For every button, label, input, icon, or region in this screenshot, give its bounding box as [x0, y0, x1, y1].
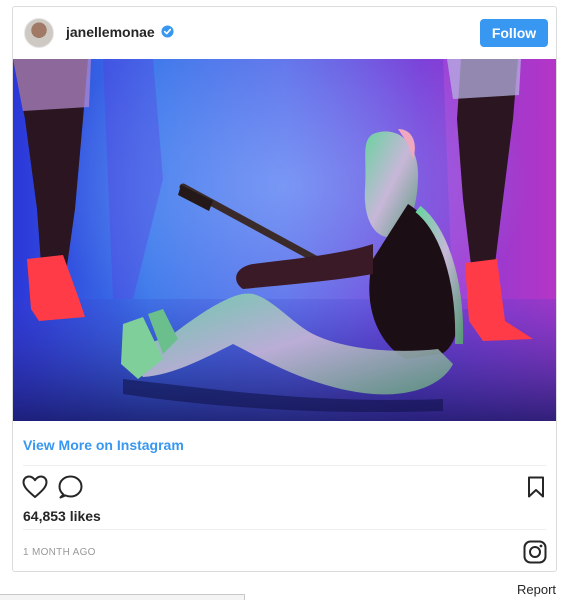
post-header: janellemonae Follow [13, 7, 556, 59]
divider [23, 529, 546, 530]
comment-bubble-icon[interactable] [58, 475, 83, 499]
verified-badge-icon [161, 25, 174, 38]
instagram-logo-icon[interactable] [523, 540, 547, 564]
follow-button[interactable]: Follow [480, 19, 548, 47]
post-timestamp[interactable]: 1 MONTH AGO [23, 547, 96, 558]
report-link[interactable]: Report [517, 582, 556, 597]
instagram-embed-card: janellemonae Follow View More on Instagr… [12, 6, 557, 572]
heart-icon[interactable] [22, 475, 48, 499]
avatar[interactable] [24, 18, 54, 48]
likes-count[interactable]: 64,853 likes [23, 508, 101, 524]
bottom-scrollbar[interactable] [0, 594, 245, 600]
post-photo[interactable] [13, 59, 556, 421]
bookmark-icon[interactable] [527, 476, 545, 498]
username[interactable]: janellemonae [66, 24, 155, 40]
divider [23, 465, 546, 466]
view-more-link[interactable]: View More on Instagram [23, 437, 184, 453]
